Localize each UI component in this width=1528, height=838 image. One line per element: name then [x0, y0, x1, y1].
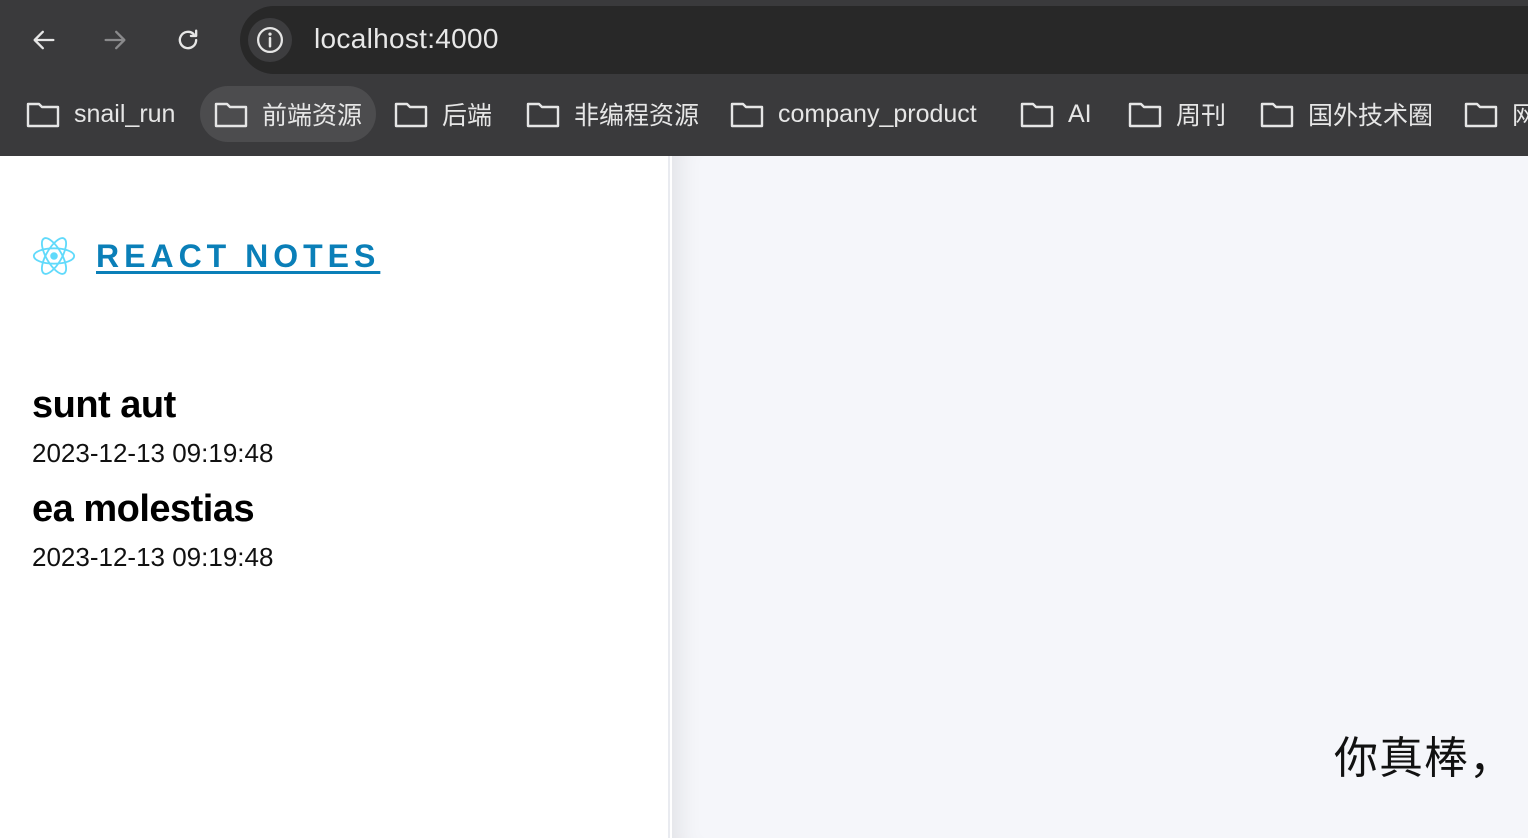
- bookmark-folder[interactable]: 后端: [368, 86, 506, 142]
- note-date: 2023-12-13 09:19:48: [32, 542, 274, 572]
- react-logo-icon: [32, 237, 76, 275]
- bookmark-label: 前端资源: [262, 102, 363, 130]
- url-text[interactable]: localhost:4000: [314, 23, 499, 55]
- arrow-left-icon: [33, 30, 55, 50]
- folder-icon: [214, 102, 248, 128]
- bookmark-label: 后端: [442, 102, 493, 130]
- main-message: 你真棒，: [1334, 734, 1514, 783]
- bookmark-folder[interactable]: 周刊: [1102, 86, 1240, 142]
- brand: REACT NOTES: [32, 236, 380, 276]
- bookmark-folder[interactable]: AI: [994, 86, 1106, 142]
- brand-link[interactable]: REACT NOTES: [96, 238, 380, 275]
- reload-button[interactable]: [166, 18, 210, 62]
- bookmark-label: company_product: [778, 99, 977, 128]
- bookmark-folder[interactable]: 网: [1438, 86, 1528, 142]
- folder-icon: [1260, 102, 1294, 128]
- bookmark-folder[interactable]: 非编程资源: [500, 86, 713, 142]
- address-bar[interactable]: localhost:4000: [240, 6, 1528, 74]
- bookmark-label: AI: [1068, 99, 1092, 128]
- arrow-right-icon: [104, 30, 126, 50]
- folder-icon: [26, 102, 60, 128]
- note-list: sunt aut 2023-12-13 09:19:48 ea molestia…: [32, 382, 632, 590]
- folder-icon: [394, 102, 428, 128]
- bookmark-label: snail_run: [74, 99, 176, 128]
- folder-icon: [1464, 102, 1498, 128]
- bookmark-folder[interactable]: 前端资源: [200, 86, 377, 142]
- main-panel: 你真棒，: [672, 156, 1528, 838]
- page-content: REACT NOTES sunt aut 2023-12-13 09:19:48…: [0, 156, 1528, 838]
- info-icon: [257, 27, 283, 53]
- forward-button[interactable]: [93, 18, 137, 62]
- bookmark-label: 非编程资源: [574, 102, 700, 130]
- folder-icon: [1128, 102, 1162, 128]
- list-item[interactable]: sunt aut 2023-12-13 09:19:48: [32, 382, 632, 486]
- reload-icon: [178, 29, 198, 50]
- back-button[interactable]: [22, 18, 66, 62]
- list-item[interactable]: ea molestias 2023-12-13 09:19:48: [32, 486, 632, 590]
- note-title: sunt aut: [32, 384, 176, 426]
- bookmark-folder[interactable]: 国外技术圈: [1234, 86, 1447, 142]
- sidebar: REACT NOTES sunt aut 2023-12-13 09:19:48…: [0, 156, 670, 838]
- bookmark-folder[interactable]: company_product: [704, 86, 991, 142]
- bookmark-label: 网: [1512, 102, 1528, 130]
- bookmark-label: 国外技术圈: [1308, 102, 1434, 130]
- browser-toolbar: localhost:4000: [0, 0, 1528, 80]
- bookmark-label: 周刊: [1176, 102, 1227, 130]
- note-date: 2023-12-13 09:19:48: [32, 438, 274, 468]
- site-info-button[interactable]: [248, 18, 292, 62]
- note-title: ea molestias: [32, 488, 255, 530]
- folder-icon: [526, 102, 560, 128]
- bookmark-folder[interactable]: snail_run: [0, 86, 189, 142]
- bookmarks-bar: snail_run 前端资源 后端 非编程资源 company_product …: [0, 80, 1528, 156]
- folder-icon: [730, 102, 764, 128]
- folder-icon: [1020, 102, 1054, 128]
